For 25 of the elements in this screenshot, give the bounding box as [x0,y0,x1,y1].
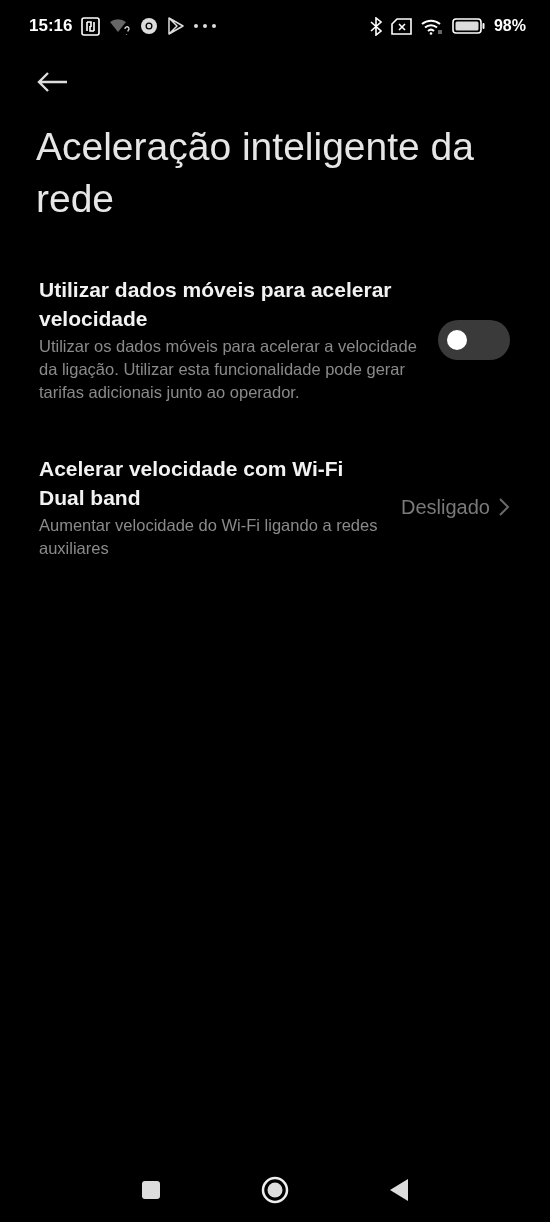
value-link[interactable]: Desligado [401,495,510,519]
setting-title: Utilizar dados móveis para acelerar velocidade [39,277,393,332]
triangle-back-icon [389,1178,409,1202]
back-arrow-icon [36,71,68,93]
home-circle-icon [261,1176,289,1204]
toggle-switch[interactable] [438,319,510,360]
setting-description: Aumentar velocidade do Wi-Fi ligando a redes auxiliares [39,515,379,559]
more-icon [193,23,218,29]
recents-button[interactable] [141,1180,161,1200]
no-sim-icon [390,17,412,35]
play-store-icon [167,17,185,35]
battery-percent: 98% [493,17,526,35]
back-nav-button[interactable] [389,1178,409,1202]
chevron-right-icon [498,497,510,517]
wifi-icon [420,17,443,35]
page-title: Aceleração inteligente da rede [36,124,475,222]
nfc-icon [81,16,101,36]
setting-title: Acelerar velocidade com Wi-Fi Dual band [39,456,345,511]
status-time: 15:16 [29,16,73,36]
setting-description: Utilizar os dados móveis para acelerar a velocidade da ligação. Utilizar esta funcionalidade pode gerar tarifas adicionais junto ao operador. [39,336,418,403]
square-icon [141,1180,161,1200]
wifi-question-icon [109,17,132,35]
battery-icon [451,18,485,34]
home-button[interactable] [261,1176,289,1204]
bluetooth-icon [369,16,382,36]
